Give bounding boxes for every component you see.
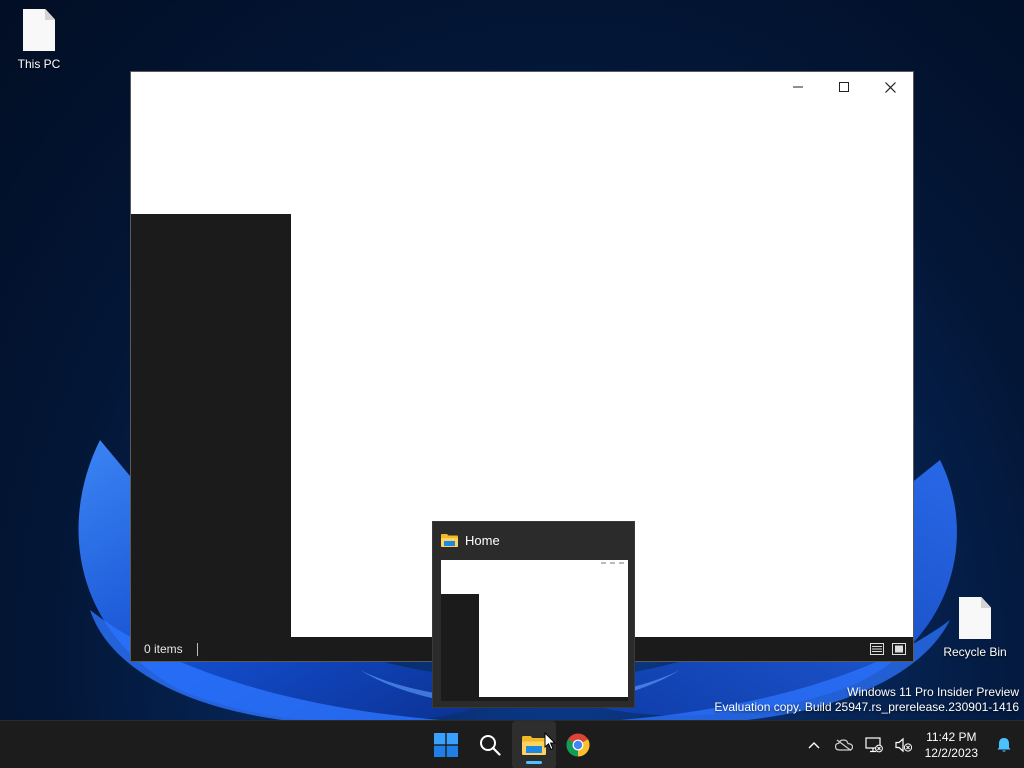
taskbar-thumbnail-preview[interactable]: Home bbox=[432, 521, 635, 708]
taskbar-clock[interactable]: 11:42 PM 12/2/2023 bbox=[919, 729, 984, 761]
folder-icon bbox=[522, 736, 546, 755]
taskbar-apps bbox=[424, 721, 600, 768]
volume-button[interactable] bbox=[889, 721, 919, 768]
desktop-icon-label: This PC bbox=[17, 57, 61, 71]
chrome-taskbar-button[interactable] bbox=[556, 721, 600, 768]
notifications-button[interactable] bbox=[984, 721, 1024, 768]
watermark-line-1: Windows 11 Pro Insider Preview bbox=[847, 685, 1019, 699]
chevron-up-icon bbox=[808, 742, 820, 749]
close-icon bbox=[884, 81, 896, 93]
evaluation-watermark: Windows 11 Pro Insider Preview Evaluatio… bbox=[714, 685, 1019, 715]
volume-muted-icon bbox=[895, 737, 912, 753]
minimize-button[interactable] bbox=[775, 72, 821, 102]
cloud-offline-icon bbox=[834, 739, 853, 751]
show-hidden-icons-button[interactable] bbox=[799, 721, 829, 768]
preview-title: Home bbox=[465, 532, 500, 548]
thumbnail-window-controls bbox=[601, 562, 624, 564]
large-icons-view-button[interactable] bbox=[891, 641, 907, 657]
status-separator bbox=[196, 642, 198, 656]
file-icon bbox=[959, 597, 991, 639]
window-controls bbox=[775, 72, 913, 102]
maximize-button[interactable] bbox=[821, 72, 867, 102]
preview-header: Home bbox=[433, 522, 634, 558]
clock-date: 12/2/2023 bbox=[924, 746, 978, 760]
watermark-line-2: Evaluation copy. Build 25947.rs_prerelea… bbox=[714, 700, 1019, 714]
network-offline-icon bbox=[865, 737, 883, 753]
onedrive-button[interactable] bbox=[829, 721, 859, 768]
item-count: 0 items bbox=[144, 642, 183, 656]
chrome-icon bbox=[566, 733, 590, 757]
preview-thumbnail[interactable] bbox=[441, 560, 628, 701]
details-view-button[interactable] bbox=[869, 641, 885, 657]
details-view-icon bbox=[870, 643, 884, 655]
clock-time: 11:42 PM bbox=[926, 730, 977, 744]
windows-logo-icon bbox=[434, 733, 458, 757]
network-button[interactable] bbox=[859, 721, 889, 768]
close-button[interactable] bbox=[867, 72, 913, 102]
minimize-icon bbox=[793, 86, 803, 88]
desktop-icon-this-pc[interactable]: This PC bbox=[0, 9, 78, 71]
view-mode-buttons bbox=[869, 641, 907, 657]
active-app-indicator bbox=[526, 761, 542, 764]
file-icon bbox=[23, 9, 55, 51]
desktop-icon-label: Recycle Bin bbox=[943, 645, 1007, 659]
search-button[interactable] bbox=[468, 721, 512, 768]
bell-icon bbox=[997, 738, 1011, 752]
mouse-cursor-icon bbox=[544, 732, 556, 751]
desktop-icon-recycle-bin[interactable]: Recycle Bin bbox=[936, 597, 1014, 659]
system-tray: 11:42 PM 12/2/2023 bbox=[799, 721, 1024, 768]
large-icons-view-icon bbox=[892, 643, 906, 655]
search-icon bbox=[480, 735, 501, 756]
thumbnail-nav-pane bbox=[441, 594, 479, 697]
folder-icon bbox=[441, 534, 458, 547]
taskbar: 11:42 PM 12/2/2023 bbox=[0, 720, 1024, 768]
maximize-icon bbox=[839, 82, 849, 92]
thumbnail-status-bar bbox=[441, 697, 628, 701]
navigation-pane[interactable] bbox=[131, 214, 291, 639]
start-button[interactable] bbox=[424, 721, 468, 768]
